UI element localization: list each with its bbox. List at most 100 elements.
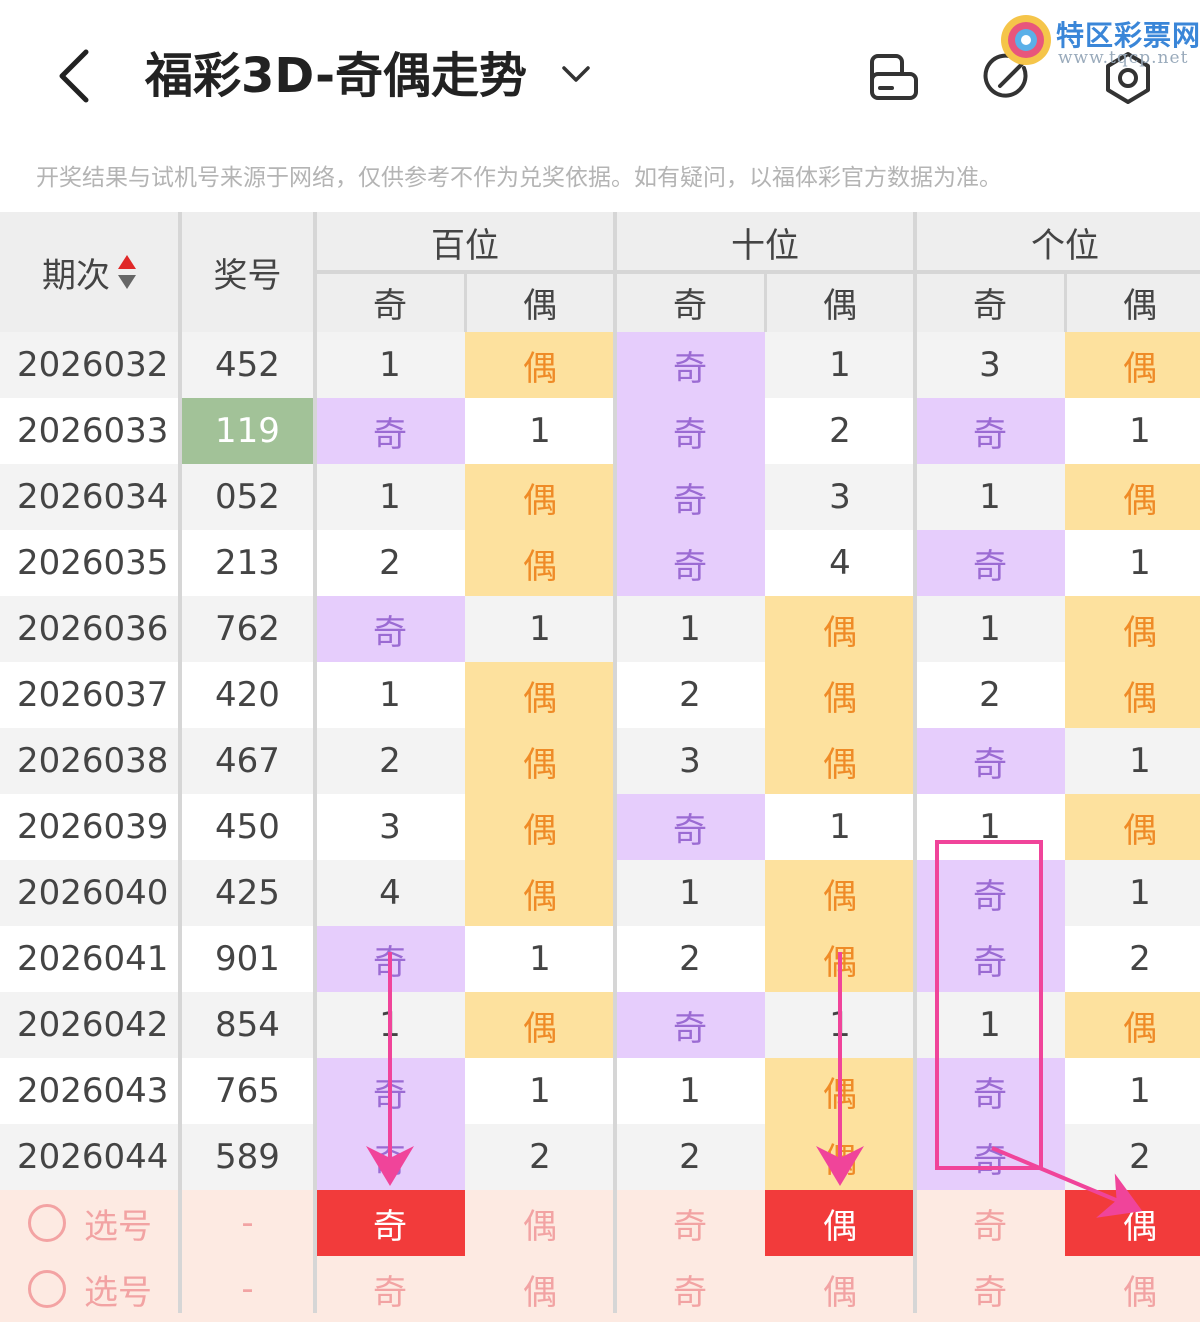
number-cell: 452 bbox=[180, 332, 315, 398]
trend-cell: 1 bbox=[615, 1058, 765, 1124]
trend-cell: 奇 bbox=[615, 398, 765, 464]
column-group-header: 个位 bbox=[915, 212, 1200, 272]
issue-cell: 2026040 bbox=[0, 860, 180, 926]
column-divider bbox=[913, 212, 917, 1313]
trend-cell: 1 bbox=[315, 992, 465, 1058]
issue-cell: 2026042 bbox=[0, 992, 180, 1058]
trend-cell: 偶 bbox=[1065, 992, 1200, 1058]
issue-cell: 2026033 bbox=[0, 398, 180, 464]
brand-watermark: 特区彩票网 www.tqcp.net bbox=[998, 10, 1200, 70]
number-cell: 119 bbox=[180, 398, 315, 464]
pick-row-label[interactable]: 选号 bbox=[0, 1190, 180, 1256]
subheader-even: 偶 bbox=[465, 272, 615, 332]
column-divider bbox=[1064, 272, 1067, 332]
trend-cell: 奇 bbox=[915, 1058, 1065, 1124]
number-cell: 589 bbox=[180, 1124, 315, 1190]
trend-cell: 奇 bbox=[915, 398, 1065, 464]
issue-cell: 2026039 bbox=[0, 794, 180, 860]
column-header-issue[interactable]: 期次 bbox=[0, 212, 180, 332]
pick-cell[interactable]: 奇 bbox=[315, 1256, 465, 1322]
trend-cell: 2 bbox=[765, 398, 915, 464]
pick-number: - bbox=[180, 1256, 315, 1322]
phone-rotate-icon[interactable] bbox=[866, 50, 922, 106]
trend-cell: 1 bbox=[915, 464, 1065, 530]
trend-cell: 1 bbox=[1065, 860, 1200, 926]
number-cell: 052 bbox=[180, 464, 315, 530]
column-header-number: 奖号 bbox=[180, 212, 315, 332]
number-cell: 467 bbox=[180, 728, 315, 794]
trend-cell: 奇 bbox=[615, 464, 765, 530]
column-group-header: 十位 bbox=[615, 212, 915, 272]
trend-cell: 偶 bbox=[765, 926, 915, 992]
pick-cell[interactable]: 奇 bbox=[615, 1190, 765, 1256]
trend-cell: 偶 bbox=[465, 662, 615, 728]
trend-cell: 1 bbox=[765, 794, 915, 860]
top-bar: 福彩3D-奇偶走势 特区彩票网 www.tqcp.net bbox=[0, 0, 1200, 150]
pick-cell[interactable]: 奇 bbox=[315, 1190, 465, 1256]
trend-table: 期次 奖号 百位奇偶十位奇偶个位奇偶 2026032 452 1 偶奇 1 3 偶 2026033 1… bbox=[0, 212, 1200, 1322]
number-cell: 901 bbox=[180, 926, 315, 992]
trend-cell: 奇 bbox=[915, 530, 1065, 596]
trend-cell: 2 bbox=[1065, 1124, 1200, 1190]
trend-cell: 偶 bbox=[1065, 332, 1200, 398]
trend-cell: 1 bbox=[1065, 398, 1200, 464]
number-cell: 765 bbox=[180, 1058, 315, 1124]
subheader-odd: 奇 bbox=[315, 272, 465, 332]
pick-row-label[interactable]: 选号 bbox=[0, 1256, 180, 1322]
trend-cell: 奇 bbox=[915, 860, 1065, 926]
trend-cell: 1 bbox=[465, 398, 615, 464]
chevron-down-icon[interactable] bbox=[556, 54, 596, 94]
radio-circle-icon[interactable] bbox=[28, 1270, 66, 1308]
brand-url: www.tqcp.net bbox=[1058, 48, 1189, 68]
pick-cell[interactable]: 偶 bbox=[1065, 1256, 1200, 1322]
trend-cell: 偶 bbox=[765, 662, 915, 728]
pick-cell[interactable]: 奇 bbox=[915, 1190, 1065, 1256]
pick-cell[interactable]: 偶 bbox=[1065, 1190, 1200, 1256]
trend-cell: 2 bbox=[315, 530, 465, 596]
trend-cell: 3 bbox=[915, 332, 1065, 398]
trend-cell: 偶 bbox=[765, 860, 915, 926]
trend-cell: 偶 bbox=[465, 728, 615, 794]
page-title[interactable]: 福彩3D-奇偶走势 bbox=[145, 44, 527, 108]
trend-cell: 2 bbox=[315, 728, 465, 794]
number-cell: 425 bbox=[180, 860, 315, 926]
brand-logo-icon bbox=[1001, 15, 1051, 65]
pick-cell[interactable]: 偶 bbox=[465, 1190, 615, 1256]
trend-cell: 4 bbox=[315, 860, 465, 926]
pick-label: 选号 bbox=[84, 1272, 152, 1313]
column-group-header: 百位 bbox=[315, 212, 615, 272]
subheader-odd: 奇 bbox=[915, 272, 1065, 332]
chevron-left-icon[interactable] bbox=[50, 44, 106, 108]
issue-cell: 2026032 bbox=[0, 332, 180, 398]
trend-cell: 奇 bbox=[615, 794, 765, 860]
trend-cell: 奇 bbox=[315, 1124, 465, 1190]
pick-cell[interactable]: 奇 bbox=[915, 1256, 1065, 1322]
number-cell: 420 bbox=[180, 662, 315, 728]
trend-cell: 2 bbox=[915, 662, 1065, 728]
pick-cell[interactable]: 奇 bbox=[615, 1256, 765, 1322]
trend-cell: 奇 bbox=[615, 530, 765, 596]
trend-cell: 1 bbox=[315, 464, 465, 530]
issue-cell: 2026037 bbox=[0, 662, 180, 728]
column-divider bbox=[178, 212, 182, 1313]
issue-cell: 2026041 bbox=[0, 926, 180, 992]
trend-cell: 2 bbox=[465, 1124, 615, 1190]
pick-cell[interactable]: 偶 bbox=[465, 1256, 615, 1322]
sort-updown-icon[interactable] bbox=[116, 253, 138, 291]
radio-circle-icon[interactable] bbox=[28, 1204, 66, 1242]
trend-cell: 1 bbox=[915, 596, 1065, 662]
column-divider bbox=[764, 272, 767, 332]
issue-cell: 2026036 bbox=[0, 596, 180, 662]
trend-cell: 偶 bbox=[765, 728, 915, 794]
pick-cell[interactable]: 偶 bbox=[765, 1256, 915, 1322]
pick-cell[interactable]: 偶 bbox=[765, 1190, 915, 1256]
trend-cell: 偶 bbox=[465, 794, 615, 860]
issue-cell: 2026044 bbox=[0, 1124, 180, 1190]
trend-cell: 奇 bbox=[915, 728, 1065, 794]
trend-cell: 1 bbox=[465, 926, 615, 992]
trend-cell: 偶 bbox=[765, 596, 915, 662]
issue-cell: 2026035 bbox=[0, 530, 180, 596]
issue-cell: 2026034 bbox=[0, 464, 180, 530]
trend-cell: 奇 bbox=[315, 1058, 465, 1124]
trend-cell: 偶 bbox=[1065, 464, 1200, 530]
